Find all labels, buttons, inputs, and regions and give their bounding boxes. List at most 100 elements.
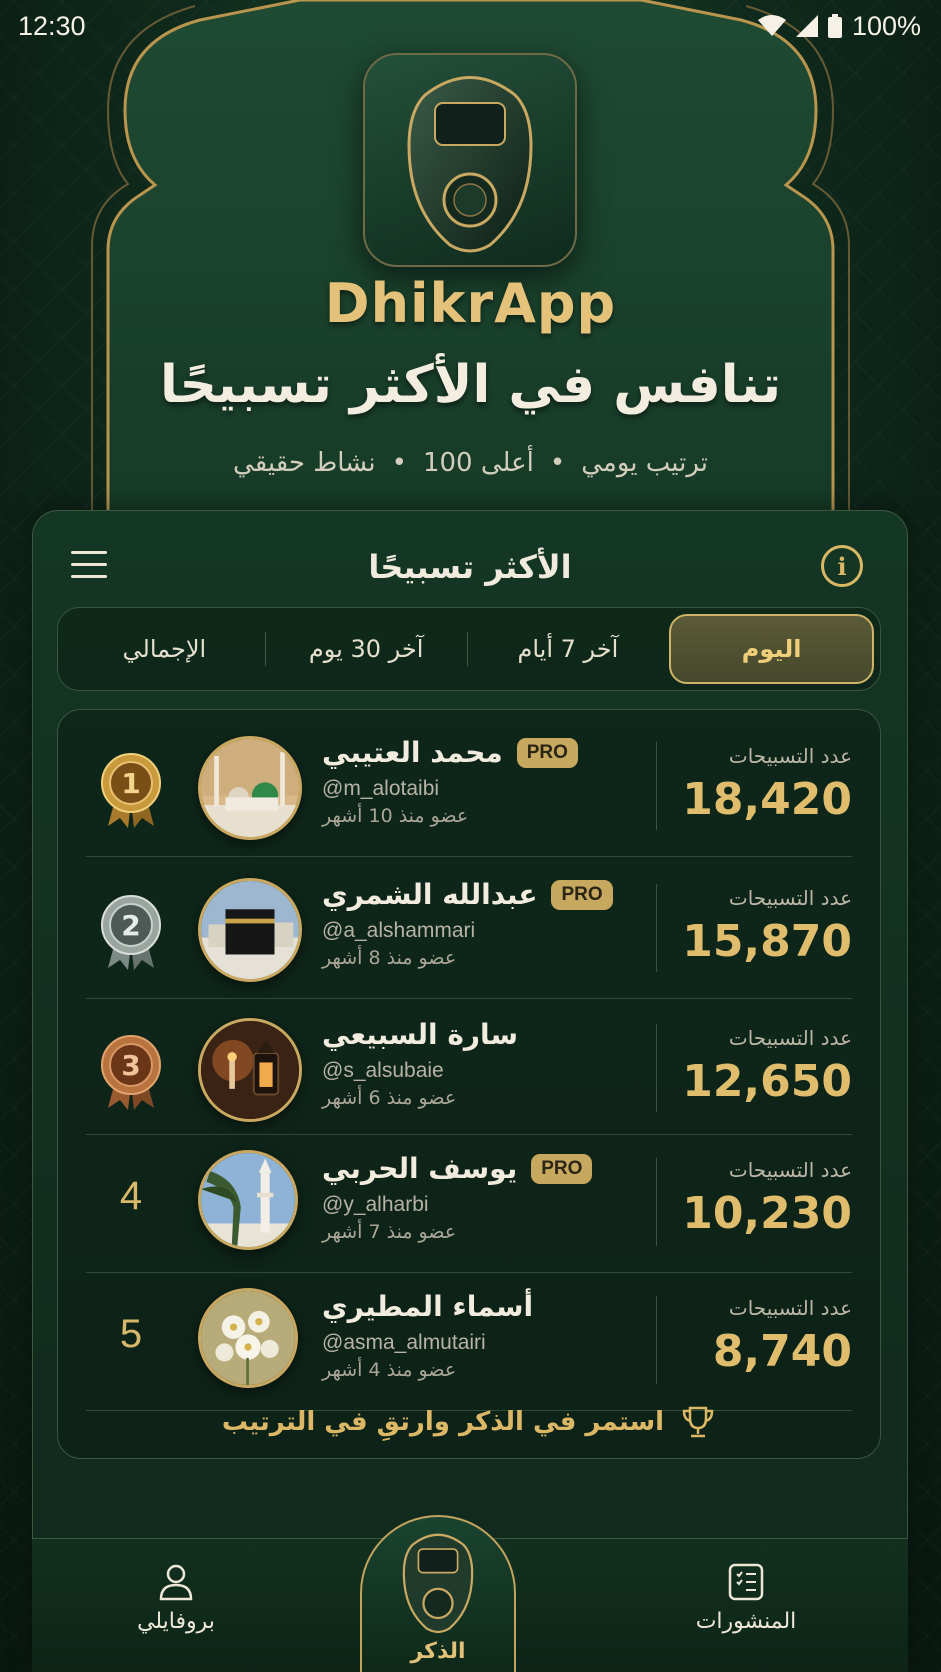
nav-dhikr[interactable]: الذكر [360,1515,516,1672]
score-block: عدد التسبيحات 10,230 [652,1158,852,1239]
tasbih-counter-icon [407,76,533,253]
rank-number-wrap: 4 [86,1174,176,1219]
nav-posts[interactable]: المنشورات [646,1563,846,1634]
avatar [198,1150,298,1250]
mosque-avatar-image [201,739,299,837]
period-tabs: اليوم آخر 7 أيام آخر 30 يوم الإجمالي [57,607,881,691]
member-since: عضو منذ 7 أشهر [322,1221,457,1243]
battery-icon [827,14,842,38]
member-since: عضو منذ 10 أشهر [322,805,469,827]
user-handle: @s_alsubaie [322,1059,444,1082]
leaderboard-row[interactable]: 1 محمد العتيبي PRO @m_alotaibi عضو منذ 1… [86,732,852,854]
info-icon[interactable]: i [821,545,863,587]
name-line: يوسف الحربي PRO [322,1152,662,1185]
user-handle: @asma_almutairi [322,1331,486,1354]
pro-badge: PRO [531,1153,593,1184]
silver-medal-icon: 2 [101,895,161,970]
menu-icon-line [71,563,107,566]
posts-list-icon [728,1563,764,1601]
score-block: عدد التسبيحات 8,740 [652,1296,852,1377]
row-divider [86,998,852,999]
menu-icon-line [71,551,107,554]
flowers-avatar-image [201,1291,295,1385]
user-name: سارة السبيعي [322,1018,519,1051]
hero-features: ترتيب يومي•أعلى 100•نشاط حقيقي [233,448,708,478]
battery-level: 100% [851,10,921,41]
tab-today[interactable]: اليوم [669,614,874,684]
footer-motivation-text: استمر في الذكر وارتقِ في الترتيب [221,1407,665,1437]
app-logo [363,53,577,267]
member-since: عضو منذ 6 أشهر [322,1087,457,1109]
user-name: أسماء المطيري [322,1290,534,1323]
rank-number: 5 [119,1312,143,1356]
avatar [198,1288,298,1388]
user-info: عبدالله الشمري PRO @a_alshammari عضو منذ… [322,878,662,969]
lantern-avatar-image [201,1021,299,1119]
status-bar: 12:30 100% [0,0,941,52]
user-info: سارة السبيعي @s_alsubaie عضو منذ 6 أشهر [322,1018,662,1109]
panel-title: الأكثر تسبيحًا [368,548,572,586]
score-block: عدد التسبيحات 18,420 [652,744,852,825]
wifi-icon [757,15,786,36]
kaaba-avatar-image [201,881,299,979]
score-block: عدد التسبيحات 15,870 [652,886,852,967]
feature-top-100: أعلى 100 [422,448,534,478]
nav-dhikr-label: الذكر [410,1639,466,1664]
leaderboard-row[interactable]: 3 سارة السبيعي @s_alsubaie عضو منذ 6 أشه… [86,1014,852,1136]
avatar [198,736,302,840]
rank-medal: 2 [86,894,176,972]
rank-medal: 3 [86,1034,176,1112]
user-info: محمد العتيبي PRO @m_alotaibi عضو منذ 10 … [322,736,662,827]
list-footer: استمر في الذكر وارتقِ في الترتيب [58,1404,880,1440]
score-label: عدد التسبيحات [728,744,852,768]
score-label: عدد التسبيحات [728,1026,852,1050]
hero-title: تنافس في الأكثر تسبيحًا [159,355,782,415]
rank-number-wrap: 5 [86,1312,176,1357]
bronze-medal-icon: 3 [101,1035,161,1110]
user-info: أسماء المطيري @asma_almutairi عضو منذ 4 … [322,1290,662,1381]
member-since: عضو منذ 4 أشهر [322,1359,457,1381]
user-icon [159,1564,193,1601]
score-block: عدد التسبيحات 12,650 [652,1026,852,1107]
user-handle: @y_alharbi [322,1193,429,1216]
medal-number: 2 [121,909,140,942]
name-line: أسماء المطيري [322,1290,662,1323]
name-line: محمد العتيبي PRO [322,736,662,769]
row-divider [86,1272,852,1273]
tab-last-7-days[interactable]: آخر 7 أيام [468,614,669,684]
bottom-navigation: بروفايلي الذكر المنشورات [32,1515,908,1672]
menu-button[interactable] [71,551,107,581]
medal-number: 1 [121,767,140,800]
score-value: 8,740 [712,1326,852,1377]
nav-profile-label: بروفايلي [137,1609,215,1634]
status-icons: 100% [757,10,921,42]
feature-daily-ranking: ترتيب يومي [581,448,708,478]
rank-medal: 1 [86,752,176,830]
leaderboard-row[interactable]: 2 عبدالله الشمري PRO @a_alshammari عضو م… [86,874,852,996]
tab-last-30-days[interactable]: آخر 30 يوم [266,614,467,684]
tab-total[interactable]: الإجمالي [64,614,265,684]
leaderboard-list: 1 محمد العتيبي PRO @m_alotaibi عضو منذ 1… [57,709,881,1459]
menu-icon-line [71,575,107,578]
status-time: 12:30 [18,10,86,41]
pro-badge: PRO [551,879,613,910]
tasbih-counter-icon [402,1533,474,1634]
nav-profile[interactable]: بروفايلي [76,1563,276,1634]
leaderboard-panel: الأكثر تسبيحًا i اليوم آخر 7 أيام آخر 30… [32,510,908,1672]
feature-real-activity: نشاط حقيقي [233,448,376,478]
name-line: سارة السبيعي [322,1018,662,1051]
signal-icon [795,15,818,37]
score-label: عدد التسبيحات [728,1296,852,1320]
nav-posts-label: المنشورات [695,1609,797,1634]
user-name: يوسف الحربي [322,1152,518,1185]
gold-medal-icon: 1 [101,753,161,828]
palm-minaret-avatar-image [201,1153,295,1247]
member-since: عضو منذ 8 أشهر [322,947,457,969]
row-divider [86,856,852,857]
user-handle: @a_alshammari [322,919,476,942]
leaderboard-row[interactable]: 5 أسماء المطيري @asma_almutairi عضو منذ … [86,1288,852,1406]
pro-badge: PRO [516,737,578,768]
leaderboard-row[interactable]: 4 يوسف الحربي PRO @y_alharbi عضو منذ 7 أ… [86,1150,852,1268]
score-label: عدد التسبيحات [728,886,852,910]
score-label: عدد التسبيحات [728,1158,852,1182]
